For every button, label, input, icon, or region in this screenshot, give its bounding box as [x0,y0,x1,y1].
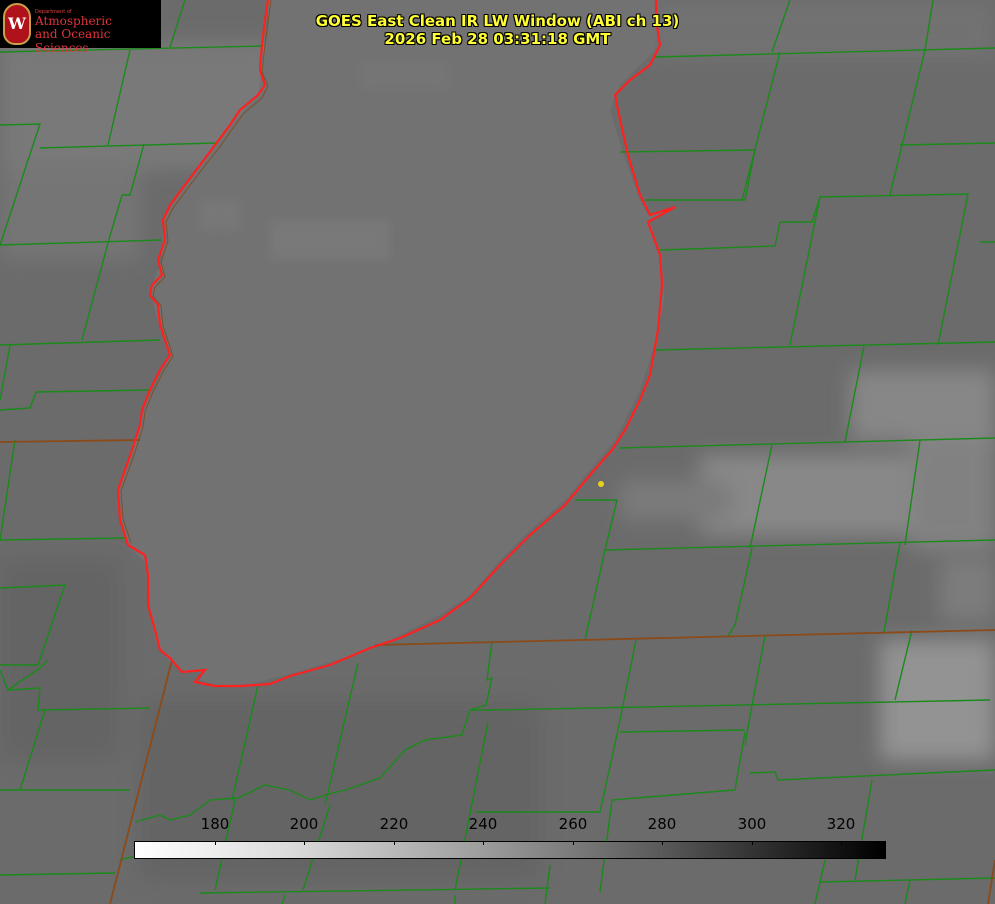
colorbar-tick-label: 260 [558,815,588,833]
colorbar-tick [394,841,395,845]
colorbar-tick [304,841,305,845]
colorbar-tick [573,841,574,845]
colorbar-tick-label: 280 [647,815,677,833]
colorbar-tick [841,841,842,845]
image-timestamp: 2026 Feb 28 03:31:18 GMT [384,30,611,48]
colorbar-tick-label: 240 [468,815,498,833]
colorbar-tick-label: 200 [289,815,319,833]
location-marker [598,481,604,487]
colorbar-tick [662,841,663,845]
colorbar-tick [752,841,753,845]
colorbar-tick-label: 300 [737,815,767,833]
colorbar-tick [483,841,484,845]
colorbar-tick-label: 220 [379,815,409,833]
satellite-map [0,0,995,904]
image-title: GOES East Clean IR LW Window (ABI ch 13) [315,12,680,30]
colorbar-tick [215,841,216,845]
colorbar [134,841,886,859]
colorbar-tick-label: 180 [200,815,230,833]
colorbar-tick-label: 320 [826,815,856,833]
